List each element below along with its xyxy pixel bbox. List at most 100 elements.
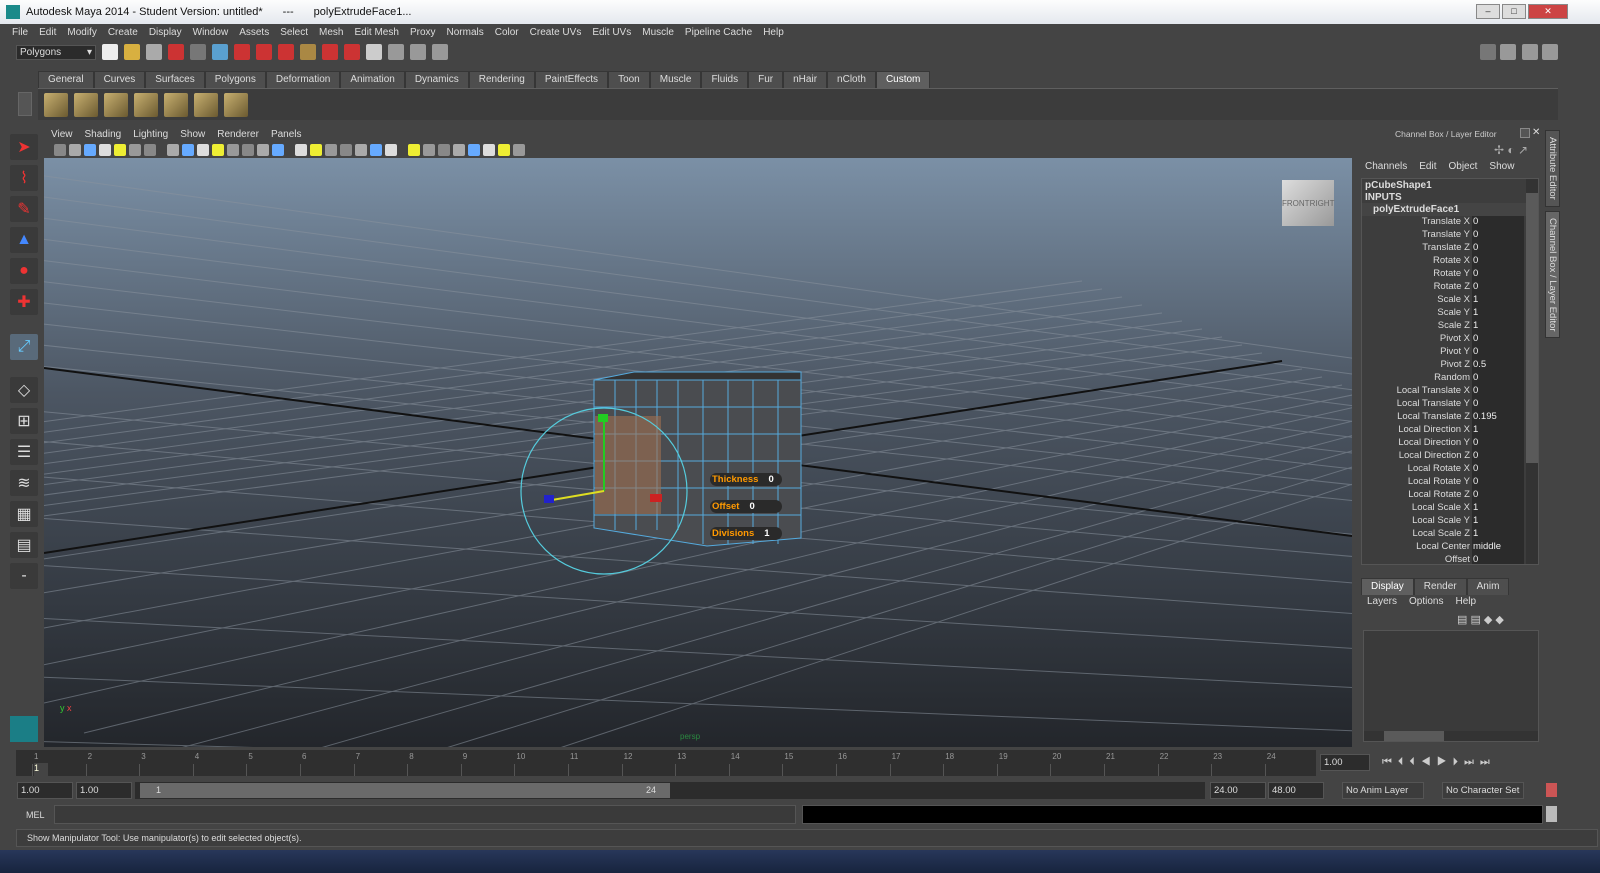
snap-live-icon[interactable] <box>344 44 360 60</box>
append-polygon-icon[interactable] <box>164 92 188 117</box>
save-scene-icon[interactable] <box>146 44 162 60</box>
shelf-menu-button[interactable] <box>18 92 32 116</box>
panel-tool-icon[interactable] <box>257 144 269 156</box>
input-node-name[interactable]: polyExtrudeFace1 <box>1362 203 1538 216</box>
channel-box-tab[interactable]: Channel Box / Layer Editor <box>1545 210 1560 339</box>
attribute-value[interactable]: 1 <box>1472 502 1524 515</box>
panel-tool-icon[interactable] <box>227 144 239 156</box>
minimize-button[interactable]: – <box>1476 4 1500 19</box>
attribute-value[interactable]: 0 <box>1472 476 1524 489</box>
attribute-value[interactable]: 0.5 <box>1472 359 1524 372</box>
layer-buttons-icons[interactable]: ▤ ▤ ◆ ◆ <box>1457 613 1504 626</box>
range-start-field[interactable]: 1.00 <box>17 782 73 799</box>
menu-edit-mesh[interactable]: Edit Mesh <box>354 27 398 38</box>
menu-display[interactable]: Display <box>149 27 182 38</box>
render-view-icon[interactable] <box>366 44 382 60</box>
bridge-icon[interactable] <box>74 92 98 117</box>
menu-assets[interactable]: Assets <box>239 27 269 38</box>
attribute-value[interactable]: 0 <box>1472 554 1524 564</box>
shelf-tab-general[interactable]: General <box>38 71 94 88</box>
channel-menu-object[interactable]: Object <box>1449 161 1478 172</box>
menuset-select[interactable]: Polygons <box>16 44 96 60</box>
view-cube-right[interactable]: RIGHT <box>1310 199 1335 208</box>
attribute-row[interactable]: Local Translate Y0 <box>1362 398 1538 411</box>
panel-tool-icon[interactable] <box>423 144 435 156</box>
attribute-value[interactable]: 0 <box>1472 242 1524 255</box>
attribute-value[interactable]: 1 <box>1472 294 1524 307</box>
move-tool-icon[interactable]: ▲ <box>10 227 38 253</box>
time-slider[interactable]: 1 2 3 4 5 6 7 8 9 10 11 12 13 14 15 16 17 18 19 20 21 22 23 24 1 <box>16 750 1316 776</box>
attribute-name[interactable]: Local Direction Y <box>1362 437 1472 450</box>
panel-tool-icon[interactable] <box>242 144 254 156</box>
panel-tool-icon[interactable] <box>498 144 510 156</box>
extrude-face-icon[interactable] <box>194 92 218 117</box>
attribute-value[interactable]: 0 <box>1472 450 1524 463</box>
snap-surface-icon[interactable] <box>322 44 338 60</box>
attribute-value[interactable]: middle <box>1472 541 1524 554</box>
attribute-row[interactable]: Translate X0 <box>1362 216 1538 229</box>
attribute-row[interactable]: Translate Z0 <box>1362 242 1538 255</box>
panel-menu-panels[interactable]: Panels <box>271 129 302 140</box>
snap-grid-icon[interactable] <box>234 44 250 60</box>
split-polygon-icon[interactable] <box>134 92 158 117</box>
panel-tool-icon[interactable] <box>69 144 81 156</box>
shelf-tab-ncloth[interactable]: nCloth <box>827 71 876 88</box>
panel-tool-icon[interactable] <box>438 144 450 156</box>
attribute-row[interactable]: Local Rotate Y0 <box>1362 476 1538 489</box>
attribute-row[interactable]: Random 0 <box>1362 372 1538 385</box>
attribute-value[interactable]: 0 <box>1472 229 1524 242</box>
panel-tool-icon[interactable] <box>295 144 307 156</box>
open-scene-icon[interactable] <box>124 44 140 60</box>
shelf-tab-fur[interactable]: Fur <box>748 71 784 88</box>
attribute-row[interactable]: Local Translate X0 <box>1362 385 1538 398</box>
render-settings-icon[interactable] <box>432 44 448 60</box>
attribute-row[interactable]: Local Direction Z0 <box>1362 450 1538 463</box>
single-pane-layout-icon[interactable]: ◇ <box>10 377 38 403</box>
panel-tool-icon[interactable] <box>513 144 525 156</box>
extrude-face-alt-icon[interactable] <box>224 92 248 117</box>
script-editor-icon[interactable] <box>1546 806 1557 822</box>
range-end-field[interactable]: 48.00 <box>1268 782 1324 799</box>
attribute-name[interactable]: Local Direction Z <box>1362 450 1472 463</box>
layer-tab-render[interactable]: Render <box>1413 578 1467 595</box>
attribute-name[interactable]: Local Translate Z <box>1362 411 1472 424</box>
panel-tool-icon[interactable] <box>144 144 156 156</box>
playback-start-field[interactable]: 1.00 <box>76 782 132 799</box>
attribute-name[interactable]: Local Translate Y <box>1362 398 1472 411</box>
attribute-value[interactable]: 0 <box>1472 346 1524 359</box>
attribute-name[interactable]: Local Center <box>1362 541 1472 554</box>
outliner-layout-icon[interactable]: ☰ <box>10 439 38 465</box>
shelf-tab-muscle[interactable]: Muscle <box>649 71 702 88</box>
snap-point-icon[interactable] <box>278 44 294 60</box>
attribute-row[interactable]: Pivot X0 <box>1362 333 1538 346</box>
menu-modify[interactable]: Modify <box>67 27 96 38</box>
attribute-row[interactable]: Local Scale Y1 <box>1362 515 1538 528</box>
graph-layout-icon[interactable]: ≋ <box>10 470 38 496</box>
channel-menu-edit[interactable]: Edit <box>1419 161 1436 172</box>
shelf-tab-nhair[interactable]: nHair <box>783 71 828 88</box>
paint-select-icon[interactable]: ✎ <box>10 196 38 222</box>
scale-tool-icon[interactable]: ✚ <box>10 289 38 315</box>
attribute-value[interactable]: 0 <box>1472 385 1524 398</box>
attribute-name[interactable]: Scale X <box>1362 294 1472 307</box>
panel-tool-icon[interactable] <box>54 144 66 156</box>
attribute-name[interactable]: Rotate Z <box>1362 281 1472 294</box>
panel-tool-icon[interactable] <box>310 144 322 156</box>
attribute-name[interactable]: Local Scale Z <box>1362 528 1472 541</box>
attribute-row[interactable]: Pivot Y0 <box>1362 346 1538 359</box>
attribute-name[interactable]: Scale Y <box>1362 307 1472 320</box>
insert-edge-loop-icon[interactable] <box>104 92 128 117</box>
render-frame-icon[interactable] <box>388 44 404 60</box>
attribute-value[interactable]: 0 <box>1472 216 1524 229</box>
command-input[interactable] <box>54 805 796 824</box>
attribute-value[interactable]: 1 <box>1472 528 1524 541</box>
shelf-tab-fluids[interactable]: Fluids <box>701 71 749 88</box>
shape-node-name[interactable]: pCubeShape1 <box>1362 179 1538 192</box>
menu-color[interactable]: Color <box>495 27 519 38</box>
shelf-tab-rendering[interactable]: Rendering <box>468 71 535 88</box>
attribute-row[interactable]: Local Translate Z 0.195 <box>1362 411 1538 424</box>
attribute-name[interactable]: Local Rotate Y <box>1362 476 1472 489</box>
panel-tool-icon[interactable] <box>325 144 337 156</box>
anim-layer-select[interactable]: No Anim Layer <box>1342 782 1424 799</box>
attribute-name[interactable]: Pivot Z <box>1362 359 1472 372</box>
